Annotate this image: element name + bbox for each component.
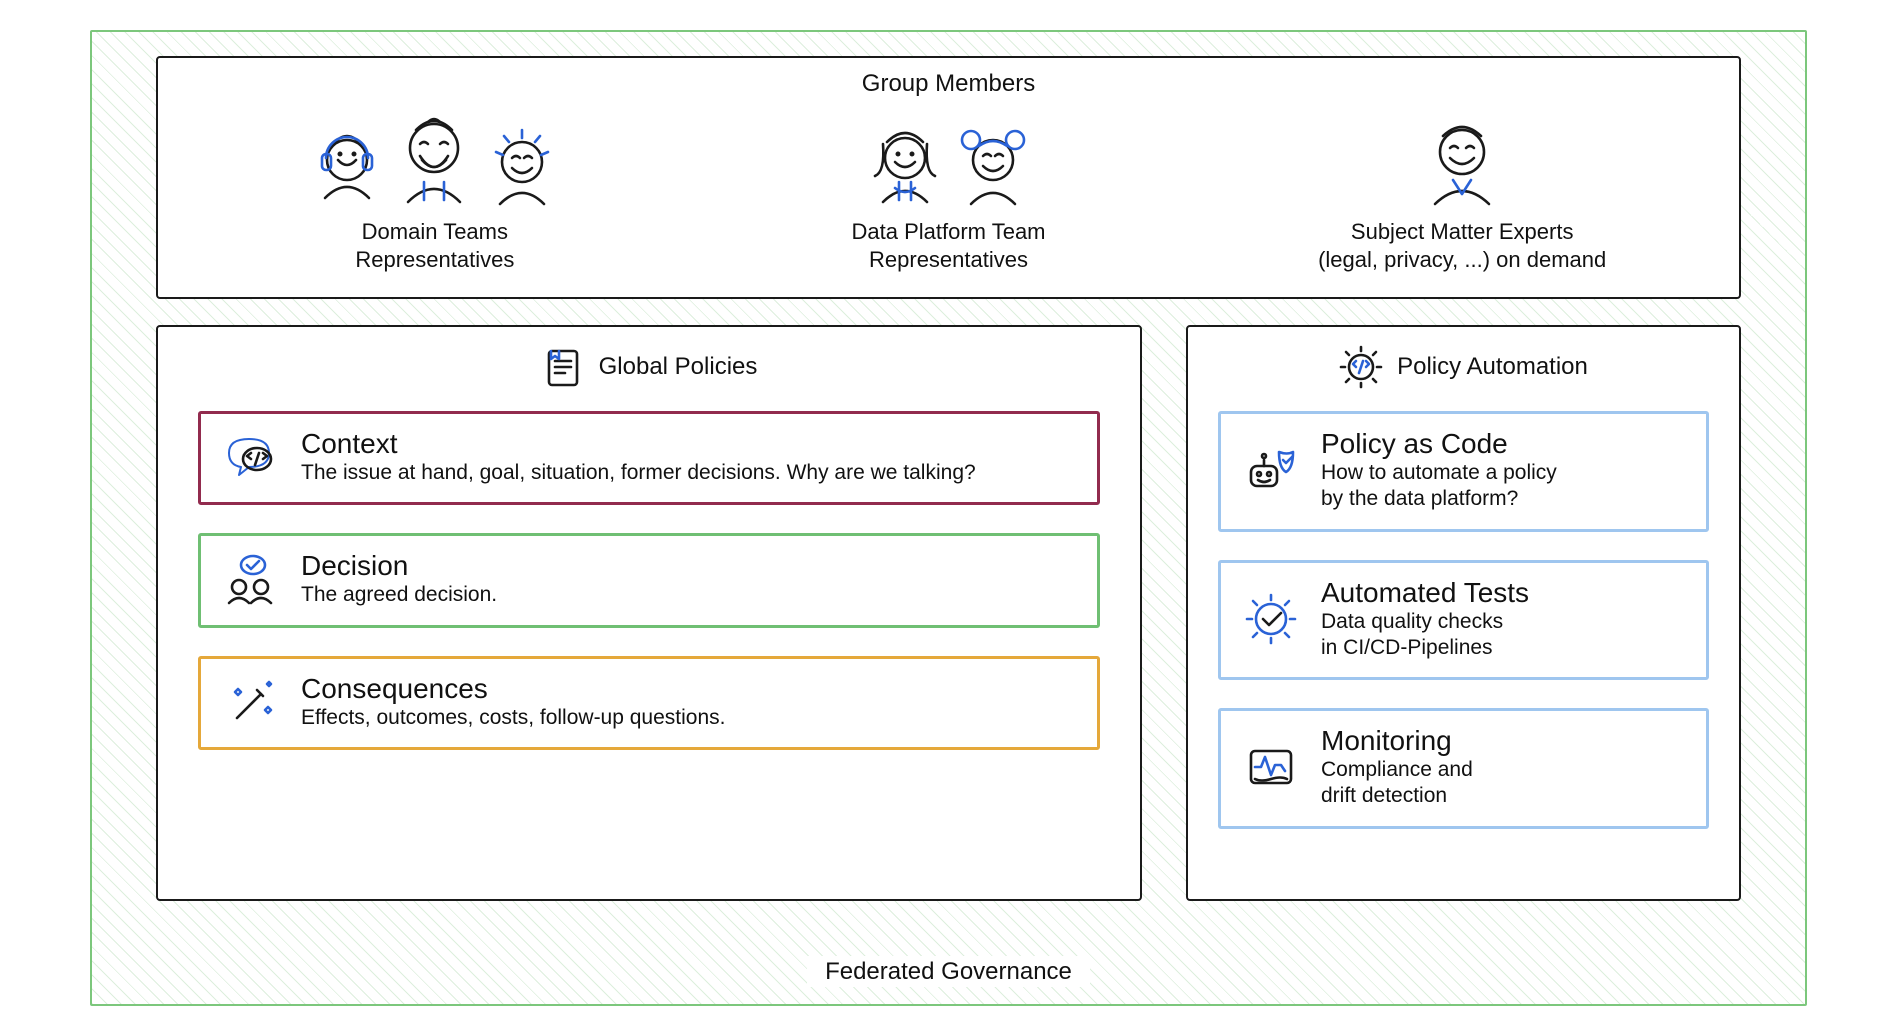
federated-governance-frame: Group Members <box>90 30 1807 1006</box>
gear-code-icon <box>1339 345 1383 389</box>
person-expert-icon <box>1419 112 1505 212</box>
chat-code-icon <box>223 429 279 485</box>
card-title: Automated Tests <box>1321 577 1529 609</box>
person-pigtails-icon <box>863 116 947 212</box>
group-members-title: Group Members <box>178 70 1719 98</box>
policy-card-context: Context The issue at hand, goal, situati… <box>198 411 1100 505</box>
card-title: Context <box>301 428 976 460</box>
member-group-domain-teams: Domain Teams Representatives <box>178 102 692 273</box>
card-title: Decision <box>301 550 497 582</box>
policy-automation-panel: Policy Automation <box>1186 325 1741 901</box>
monitor-wave-icon <box>1243 739 1299 795</box>
people-check-icon <box>223 551 279 607</box>
card-title: Monitoring <box>1321 725 1473 757</box>
gear-check-icon <box>1243 591 1299 647</box>
global-policies-title: Global Policies <box>599 353 758 381</box>
card-subtitle: Data quality checks in CI/CD-Pipelines <box>1321 609 1529 662</box>
card-title: Consequences <box>301 673 725 705</box>
person-beard-icon <box>390 108 478 212</box>
global-policies-panel: Global Policies <box>156 325 1142 901</box>
person-buns-icon <box>951 116 1035 212</box>
member-group-label: Domain Teams Representatives <box>355 218 514 273</box>
robot-shield-icon <box>1243 442 1299 498</box>
card-subtitle: The issue at hand, goal, situation, form… <box>301 460 976 486</box>
member-group-label: Data Platform Team Representatives <box>852 218 1046 273</box>
person-headset-icon <box>308 120 386 212</box>
member-group-label: Subject Matter Experts (legal, privacy, … <box>1318 218 1606 273</box>
card-title: Policy as Code <box>1321 428 1557 460</box>
magic-wand-icon <box>223 674 279 730</box>
member-group-sme: Subject Matter Experts (legal, privacy, … <box>1205 102 1719 273</box>
card-subtitle: The agreed decision. <box>301 582 497 608</box>
policy-card-decision: Decision The agreed decision. <box>198 533 1100 627</box>
person-radiant-icon <box>482 118 562 212</box>
member-group-data-platform: Data Platform Team Representatives <box>692 102 1206 273</box>
policy-card-consequences: Consequences Effects, outcomes, costs, f… <box>198 656 1100 750</box>
group-members-panel: Group Members <box>156 56 1741 299</box>
document-icon <box>541 345 585 389</box>
automation-card-monitoring: Monitoring Compliance and drift detectio… <box>1218 708 1709 829</box>
frame-label: Federated Governance <box>92 958 1805 986</box>
policy-automation-title: Policy Automation <box>1397 353 1588 381</box>
card-subtitle: How to automate a policy by the data pla… <box>1321 460 1557 513</box>
automation-card-automated-tests: Automated Tests Data quality checks in C… <box>1218 560 1709 681</box>
automation-card-policy-as-code: Policy as Code How to automate a policy … <box>1218 411 1709 532</box>
card-subtitle: Compliance and drift detection <box>1321 757 1473 810</box>
card-subtitle: Effects, outcomes, costs, follow-up ques… <box>301 705 725 731</box>
